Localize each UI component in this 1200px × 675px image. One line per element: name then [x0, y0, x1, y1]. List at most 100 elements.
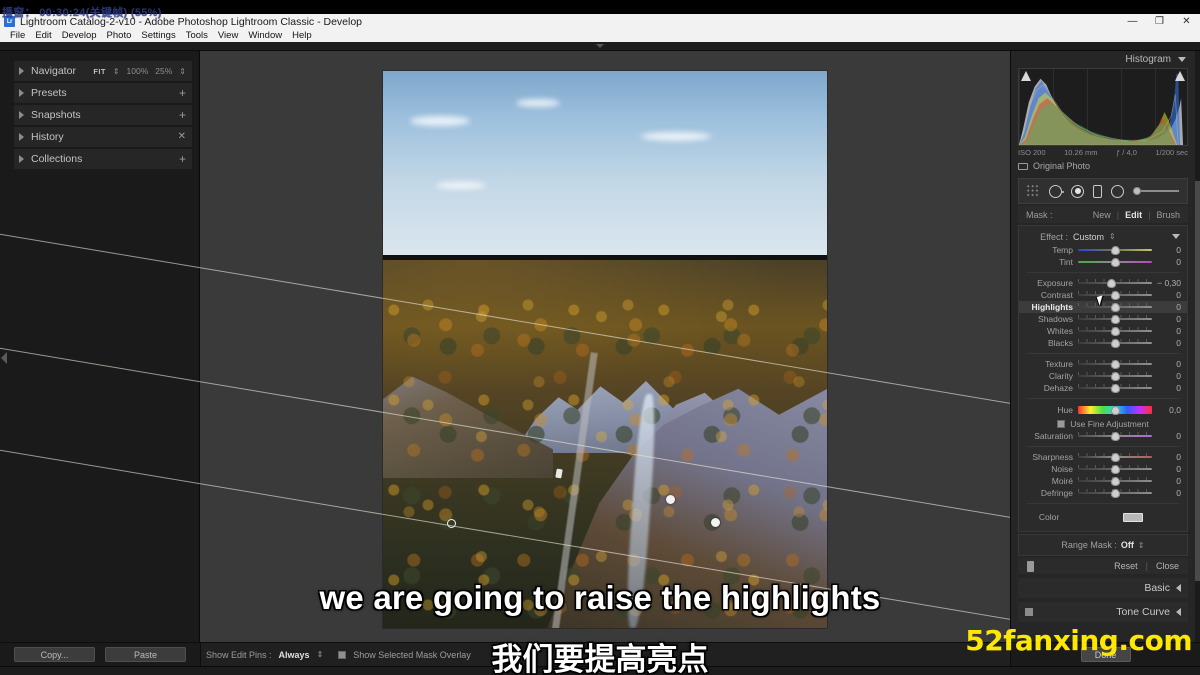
slider-knob[interactable] [1110, 290, 1120, 300]
range-mask-value[interactable]: Off [1121, 540, 1134, 550]
add-snapshot-icon[interactable]: + [179, 109, 186, 121]
menu-file[interactable]: File [5, 30, 30, 41]
range-mask-stepper-icon[interactable]: ⇕ [1138, 541, 1145, 550]
slider-track[interactable] [1078, 326, 1152, 336]
slider-value[interactable]: 0 [1157, 338, 1183, 348]
slider-knob[interactable] [1110, 314, 1120, 324]
photo-canvas[interactable] [0, 51, 1200, 675]
reset-button[interactable]: Reset [1114, 561, 1138, 571]
sidebar-item-history[interactable]: History ✕ [14, 127, 192, 147]
slider-track[interactable] [1078, 245, 1152, 255]
radial-gradient-icon[interactable] [1071, 184, 1084, 198]
slider-track[interactable] [1078, 405, 1152, 415]
navigator-zoom-25[interactable]: 25% [155, 66, 172, 76]
slider-track[interactable] [1078, 383, 1152, 393]
slider-track[interactable] [1078, 431, 1152, 441]
mask-handle-mid[interactable] [665, 494, 675, 504]
effect-stepper-icon[interactable]: ⇕ [1109, 232, 1116, 241]
slider-value[interactable]: 0 [1157, 452, 1183, 462]
slider-track[interactable] [1078, 488, 1152, 498]
slider-value[interactable]: 0 [1157, 302, 1183, 312]
navigator-fit-label[interactable]: FIT [93, 67, 105, 76]
clear-history-icon[interactable]: ✕ [178, 132, 186, 142]
slider-row-blacks[interactable]: Blacks 0 [1019, 337, 1187, 349]
sidebar-item-collections[interactable]: Collections + [14, 149, 192, 169]
sidebar-item-snapshots[interactable]: Snapshots + [14, 105, 192, 125]
left-panel-collapse-icon[interactable] [1, 351, 7, 364]
color-row[interactable]: Color [1019, 508, 1187, 526]
chevron-down-icon[interactable] [1178, 56, 1186, 62]
top-panel-toggle[interactable] [0, 42, 1200, 51]
slider-knob[interactable] [1110, 245, 1120, 255]
sidebar-item-presets[interactable]: Presets + [14, 83, 192, 103]
slider-row-texture[interactable]: Texture 0 [1019, 358, 1187, 370]
fine-adjustment-row[interactable]: Use Fine Adjustment [1019, 417, 1187, 430]
circle-mask-icon[interactable] [1111, 184, 1124, 198]
slider-knob[interactable] [1110, 326, 1120, 336]
slider-value[interactable]: 0 [1157, 326, 1183, 336]
slider-knob[interactable] [1110, 359, 1120, 369]
navigator-zoom-100[interactable]: 100% [127, 66, 149, 76]
slider-track[interactable] [1078, 371, 1152, 381]
slider-value[interactable]: − 0,30 [1157, 278, 1183, 288]
slider-knob[interactable] [1110, 431, 1120, 441]
slider-knob[interactable] [1110, 464, 1120, 474]
menu-help[interactable]: Help [287, 30, 317, 41]
slider-row-noise[interactable]: Noise 0 [1019, 463, 1187, 475]
slider-row-tint[interactable]: Tint 0 [1019, 256, 1187, 268]
slider-track[interactable] [1078, 338, 1152, 348]
slider-value[interactable]: 0 [1157, 476, 1183, 486]
menu-edit[interactable]: Edit [30, 30, 56, 41]
slider-track[interactable] [1078, 314, 1152, 324]
add-preset-icon[interactable]: + [179, 87, 186, 99]
slider-row-sharpness[interactable]: Sharpness 0 [1019, 451, 1187, 463]
navigator-fit-stepper-icon[interactable]: ⇕ [113, 67, 120, 76]
histogram-header[interactable]: Histogram [1011, 51, 1195, 67]
slider-row-exposure[interactable]: Exposure − 0,30 [1019, 277, 1187, 289]
scrollbar-thumb[interactable] [1195, 181, 1200, 581]
slider-knob[interactable] [1110, 383, 1120, 393]
close-button[interactable]: Close [1156, 561, 1179, 571]
menu-tools[interactable]: Tools [181, 30, 213, 41]
slider-row-hue[interactable]: Hue 0,0 [1019, 403, 1187, 417]
slider-row-whites[interactable]: Whites 0 [1019, 325, 1187, 337]
mask-amount-slider[interactable] [1133, 187, 1187, 195]
slider-knob[interactable] [1110, 405, 1120, 415]
slider-track[interactable] [1078, 278, 1152, 288]
maximize-icon[interactable]: ❐ [1146, 14, 1173, 29]
right-panel-scrollbar[interactable] [1195, 51, 1200, 666]
slider-row-shadows[interactable]: Shadows 0 [1019, 313, 1187, 325]
slider-knob[interactable] [1106, 278, 1116, 288]
slider-row-defringe[interactable]: Defringe 0 [1019, 487, 1187, 499]
slider-knob[interactable] [1110, 452, 1120, 462]
slider-row-dehaze[interactable]: Dehaze 0 [1019, 382, 1187, 394]
slider-row-temp[interactable]: Temp 0 [1019, 244, 1187, 256]
close-icon[interactable]: ✕ [1173, 14, 1200, 29]
navigator-zoom-stepper-icon[interactable]: ⇕ [179, 67, 186, 76]
slider-value[interactable]: 0 [1157, 431, 1183, 441]
checkbox-icon[interactable] [1057, 419, 1066, 428]
slider-value[interactable]: 0 [1157, 314, 1183, 324]
slider-track[interactable] [1078, 452, 1152, 462]
slider-value[interactable]: 0 [1157, 245, 1183, 255]
slider-track[interactable] [1078, 302, 1152, 312]
menu-view[interactable]: View [213, 30, 243, 41]
slider-track[interactable] [1078, 257, 1152, 267]
slider-knob[interactable] [1133, 187, 1141, 195]
mask-handle-left[interactable] [446, 518, 456, 528]
slider-track[interactable] [1078, 464, 1152, 474]
mask-edit-button[interactable]: Edit [1125, 210, 1142, 220]
range-mask-row[interactable]: Range Mask : Off ⇕ [1018, 534, 1188, 556]
switch-icon[interactable] [1027, 560, 1034, 572]
histogram-chart[interactable] [1018, 68, 1188, 146]
slider-value[interactable]: 0 [1157, 359, 1183, 369]
slider-track[interactable] [1078, 476, 1152, 486]
menu-settings[interactable]: Settings [136, 30, 180, 41]
slider-knob[interactable] [1110, 338, 1120, 348]
mask-new-button[interactable]: New [1093, 210, 1111, 220]
chevron-down-icon[interactable] [1172, 234, 1180, 239]
original-photo-row[interactable]: Original Photo [1018, 161, 1188, 176]
slider-row-clarity[interactable]: Clarity 0 [1019, 370, 1187, 382]
slider-knob[interactable] [1110, 476, 1120, 486]
slider-knob[interactable] [1110, 371, 1120, 381]
